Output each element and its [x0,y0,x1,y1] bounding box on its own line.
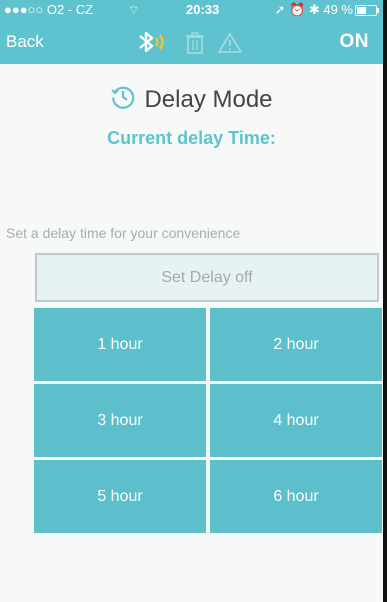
history-clock-icon [111,86,135,109]
bluetooth-status-icon: ✱ [308,2,320,17]
back-button[interactable]: Back [6,32,44,52]
battery-icon [355,5,379,16]
app-screen: ●●●○○ O2 - CZ ⌔ 20:33 ➚ ⏰ ✱ 49 % Back ON… [0,0,387,602]
top-bar: ●●●○○ O2 - CZ ⌔ 20:33 ➚ ⏰ ✱ 49 % Back ON [0,0,383,64]
status-bar: ●●●○○ O2 - CZ ⌔ 20:33 ➚ ⏰ ✱ 49 % [0,0,383,20]
delay-option-2-hour[interactable]: 2 hour [210,308,382,381]
page-title: Delay Mode [0,84,383,114]
current-delay-label: Current delay Time: [107,128,276,148]
page-title-text: Delay Mode [144,86,273,113]
status-time: 20:33 [186,2,220,17]
alarm-icon: ⏰ [289,2,306,17]
delay-option-6-hour[interactable]: 6 hour [210,460,382,533]
delay-option-4-hour[interactable]: 4 hour [210,384,382,457]
battery-percent: 49 % [323,2,353,17]
status-right: ➚ ⏰ ✱ 49 % [274,0,353,20]
wifi-icon: ⌔ [128,3,140,17]
delay-option-1-hour[interactable]: 1 hour [34,308,206,381]
delay-hint: Set a delay time for your convenience [6,225,241,241]
set-delay-off-button[interactable]: Set Delay off [35,253,379,302]
nav-bar: Back ON [0,26,383,58]
bluetooth-icon[interactable] [134,28,174,56]
delay-option-5-hour[interactable]: 5 hour [34,460,206,533]
power-toggle[interactable]: ON [340,31,370,53]
delay-option-3-hour[interactable]: 3 hour [34,384,206,457]
carrier-signal: ●●●○○ O2 - CZ [4,2,94,17]
location-icon: ➚ [274,2,286,17]
warning-icon[interactable] [216,28,244,56]
trash-icon[interactable] [184,28,206,56]
